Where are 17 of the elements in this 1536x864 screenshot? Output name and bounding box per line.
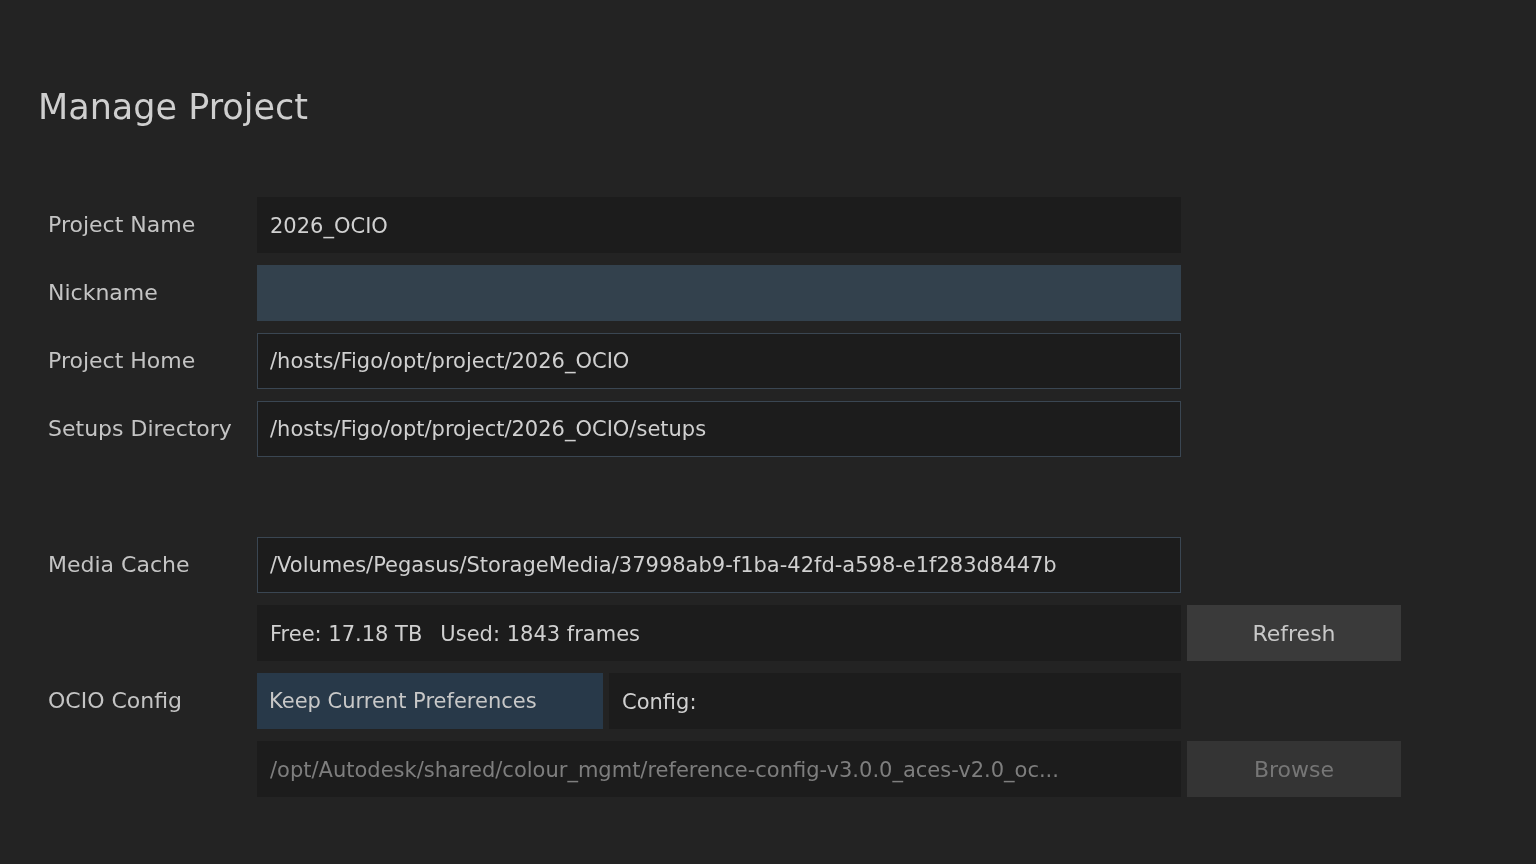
preferences-button[interactable]: Keep Current Preferences — [257, 673, 603, 729]
used-frames-text: Used: 1843 frames — [440, 621, 640, 648]
field-label: OCIO Config — [48, 687, 184, 715]
field-label: Setups Directory — [48, 415, 233, 443]
field-label: Project Home — [48, 347, 197, 375]
field-label: Media Cache — [48, 551, 191, 579]
input-field[interactable]: 2026_OCIO — [257, 197, 1181, 253]
input-field[interactable]: /hosts/Figo/opt/project/2026_OCIO — [257, 333, 1181, 389]
field-label: Project Name — [48, 211, 197, 239]
input-field[interactable] — [257, 265, 1181, 321]
input-field[interactable]: /Volumes/Pegasus/StorageMedia/37998ab9-f1ba-42fd-a598-e1f283d8447b — [257, 537, 1181, 593]
field-label: Nickname — [48, 279, 159, 307]
free-space-text: Free: 17.18 TB — [270, 621, 423, 648]
refresh-button[interactable]: Refresh — [1187, 605, 1401, 661]
page-title: Manage Project — [38, 86, 309, 129]
config-field[interactable]: Config: — [609, 673, 1181, 729]
input-field[interactable]: /hosts/Figo/opt/project/2026_OCIO/setups — [257, 401, 1181, 457]
